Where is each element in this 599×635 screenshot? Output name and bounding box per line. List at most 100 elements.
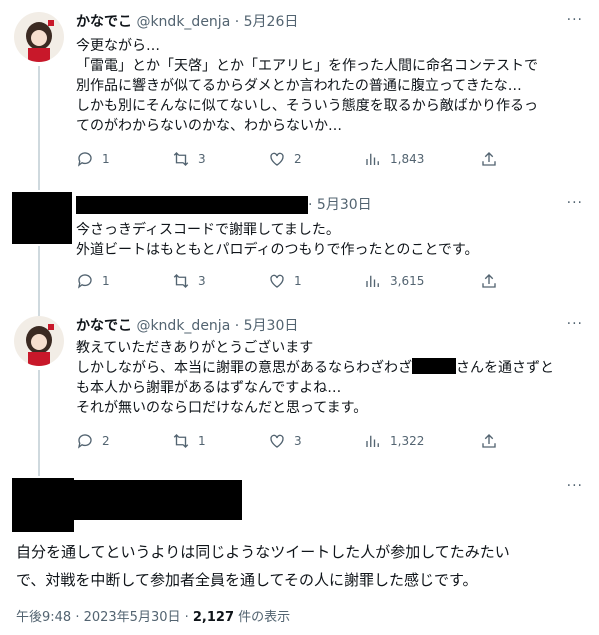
share-button[interactable] — [480, 432, 498, 450]
views-count: 1,322 — [390, 434, 425, 448]
like-button[interactable]: 2 — [268, 150, 302, 168]
share-icon — [482, 434, 496, 448]
thread-line — [38, 66, 40, 178]
retweet-count: 1 — [198, 434, 206, 448]
separator: · — [234, 318, 240, 334]
more-icon[interactable]: ··· — [567, 12, 583, 28]
tweet-text-line: 今更ながら… — [76, 38, 160, 54]
tweet-text-fragment: さんを通さずと — [456, 360, 554, 376]
tweet-date[interactable]: 5月30日 — [244, 318, 299, 334]
views-button[interactable]: 1,322 — [364, 432, 424, 450]
reply-count: 2 — [102, 434, 110, 448]
views-label: 件の表示 — [234, 610, 291, 625]
tweet-text: 今さっきディスコードで謝罪してました。 外道ビートはもともとパロディのつもりで作… — [76, 220, 479, 260]
like-count: 2 — [294, 152, 302, 166]
tweet-actions: 1 3 2 1,843 — [76, 150, 586, 170]
retweet-count: 3 — [198, 274, 206, 288]
reply-icon — [77, 274, 92, 289]
tweet-2[interactable]: · 5月30日 ··· 今さっきディスコードで謝罪してました。 外道ビートはもと… — [0, 178, 599, 308]
main-tweet-text: 自分を通してというよりは同じようなツイートした人が参加してたみたい で、対戦を中… — [16, 538, 510, 594]
views-icon — [366, 435, 379, 447]
tweet-text-line: も本人から謝罪があるはずなんですよね… — [76, 380, 342, 396]
tweet-1[interactable]: かなでこ @kndk_denja · 5月26日 ··· 今更ながら… 「雷電」… — [0, 0, 599, 178]
avatar[interactable] — [14, 316, 64, 366]
tweet-text-line: 外道ビートはもともとパロディのつもりで作ったとのことです。 — [76, 242, 479, 258]
tweet-actions: 2 1 3 1,322 — [76, 432, 586, 452]
reply-count: 1 — [102, 274, 110, 288]
author-handle[interactable]: @kndk_denja — [136, 14, 230, 30]
author-name[interactable]: かなでこ — [76, 14, 132, 30]
author-name[interactable]: かなでこ — [76, 318, 132, 334]
tweet-header: かなでこ @kndk_denja · 5月26日 — [76, 12, 298, 32]
reply-icon — [77, 434, 92, 449]
tweet-text-fragment: しかしながら、本当に謝罪の意思があるならわざわざ — [76, 360, 412, 376]
tweet-meta: 午後9:48 · 2023年5月30日 · 2,127 件の表示 — [16, 606, 290, 625]
share-icon — [482, 274, 496, 288]
more-icon[interactable]: ··· — [567, 478, 583, 494]
retweet-button[interactable]: 3 — [172, 272, 206, 290]
tweet-header: かなでこ @kndk_denja · 5月30日 — [76, 316, 298, 336]
reply-button[interactable]: 1 — [76, 150, 110, 168]
tweet-text-line: てのがわからないのかな、わからないか… — [76, 118, 342, 134]
share-button[interactable] — [480, 150, 498, 168]
tweet-text-line: で、対戦を中断して参加者全員を通してその人に謝罪した感じです。 — [16, 571, 478, 589]
views-icon — [366, 153, 379, 165]
reply-button[interactable]: 1 — [76, 272, 110, 290]
views-button[interactable]: 1,843 — [364, 150, 424, 168]
tweet-text-line: 別作品に響きが似てるからダメとか言われたの普通に腹立ってきたな… — [76, 78, 522, 94]
tweet-text: 教えていただきありがとうございます しかしながら、本当に謝罪の意思があるならわざ… — [76, 338, 554, 418]
thread-line — [38, 246, 40, 308]
like-button[interactable]: 3 — [268, 432, 302, 450]
tweet-timestamp[interactable]: 午後9:48 · 2023年5月30日 · — [16, 610, 193, 625]
tweet-text: 今更ながら… 「雷電」とか「天啓」とか「エアリヒ」を作った人間に命名コンテストで… — [76, 36, 538, 136]
tweet-text-line: 今さっきディスコードで謝罪してました。 — [76, 222, 340, 238]
tweet-text-line: 教えていただきありがとうございます — [76, 340, 314, 356]
share-icon — [482, 152, 496, 166]
tweet-actions: 1 3 1 3,615 — [76, 272, 586, 292]
tweet-text-line: しかも別にそんなに似てないし、そういう態度を取るから敵ばかり作るっ — [76, 98, 538, 114]
like-count: 3 — [294, 434, 302, 448]
like-icon — [270, 152, 284, 166]
avatar[interactable] — [14, 12, 64, 62]
reply-button[interactable]: 2 — [76, 432, 110, 450]
retweet-icon — [173, 434, 189, 448]
more-icon[interactable]: ··· — [567, 195, 583, 211]
retweet-button[interactable]: 1 — [172, 432, 206, 450]
tweet-3[interactable]: かなでこ @kndk_denja · 5月30日 ··· 教えていただきありがと… — [0, 308, 599, 460]
reply-count: 1 — [102, 152, 110, 166]
redacted-mention — [412, 358, 456, 374]
redacted-name — [74, 480, 242, 520]
tweet-header: · 5月30日 — [308, 195, 372, 215]
redacted-name — [76, 196, 308, 214]
tweet-text-line: 自分を通してというよりは同じようなツイートした人が参加してたみたい — [16, 543, 510, 561]
views-icon — [366, 275, 379, 287]
redacted-avatar — [12, 192, 72, 244]
separator: · — [308, 197, 313, 213]
views-count: 1,843 — [390, 152, 425, 166]
thread-line — [38, 370, 40, 460]
like-icon — [270, 434, 284, 448]
tweet-text-line: それが無いのなら口だけなんだと思ってます。 — [76, 400, 368, 416]
like-count: 1 — [294, 274, 302, 288]
views-button[interactable]: 3,615 — [364, 272, 424, 290]
tweet-date[interactable]: 5月30日 — [317, 197, 372, 213]
retweet-button[interactable]: 3 — [172, 150, 206, 168]
thread-line — [38, 178, 40, 190]
views-total: 2,127 — [192, 610, 235, 625]
separator: · — [234, 14, 240, 30]
more-icon[interactable]: ··· — [567, 316, 583, 332]
thread-line — [38, 308, 40, 316]
redacted-avatar — [12, 478, 74, 532]
tweet-date[interactable]: 5月26日 — [244, 14, 299, 30]
views-count: 3,615 — [390, 274, 425, 288]
reply-icon — [77, 152, 92, 167]
like-icon — [270, 274, 284, 288]
share-button[interactable] — [480, 272, 498, 290]
like-button[interactable]: 1 — [268, 272, 302, 290]
tweet-text-line: 「雷電」とか「天啓」とか「エアリヒ」を作った人間に命名コンテストで — [76, 58, 538, 74]
author-handle[interactable]: @kndk_denja — [136, 318, 230, 334]
retweet-icon — [173, 274, 189, 288]
tweet-text-line: しかしながら、本当に謝罪の意思があるならわざわざ さんを通さずと — [76, 358, 554, 378]
thread-line — [38, 460, 40, 476]
retweet-icon — [173, 152, 189, 166]
